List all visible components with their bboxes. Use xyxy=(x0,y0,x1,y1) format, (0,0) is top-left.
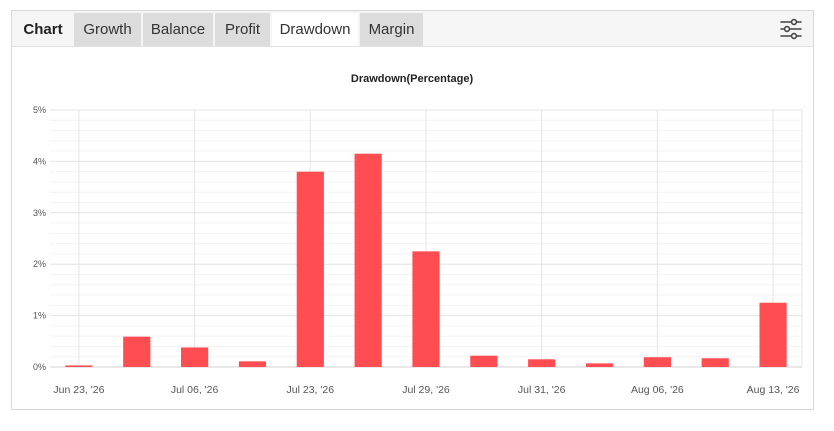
bar xyxy=(354,153,382,367)
y-tick-label: 0% xyxy=(33,362,46,372)
tab-balance[interactable]: Balance xyxy=(143,13,213,46)
y-tick-label: 4% xyxy=(33,156,46,166)
bar xyxy=(759,302,787,367)
bar xyxy=(238,361,267,367)
bar xyxy=(470,355,498,367)
bar xyxy=(412,251,440,367)
drawdown-chart: 0% 1% 2% 3% 4% 5% Jun 23, '26 Jul 06, '26 Jul 2… xyxy=(12,47,813,409)
x-tick-label: Jul 31, '26 xyxy=(518,384,566,396)
y-tick-label: 1% xyxy=(33,311,46,321)
bar xyxy=(643,357,671,367)
sliders-icon[interactable] xyxy=(779,17,803,41)
tab-drawdown[interactable]: Drawdown xyxy=(272,13,358,46)
tab-chart[interactable]: Chart xyxy=(14,13,72,46)
chart-svg: 0% 1% 2% 3% 4% 5% Jun 23, '26 Jul 06, '26 Jul 2… xyxy=(33,73,803,396)
bar xyxy=(296,171,324,367)
y-tick-label: 3% xyxy=(33,208,46,218)
bar xyxy=(123,336,151,367)
bar xyxy=(181,347,209,367)
y-tick-label: 2% xyxy=(33,259,46,269)
x-tick-label: Jun 23, '26 xyxy=(53,384,104,396)
bar xyxy=(585,363,614,367)
y-tick-label: 5% xyxy=(33,105,46,115)
bar xyxy=(528,359,556,367)
x-tick-label: Aug 06, '26 xyxy=(631,384,684,396)
x-tick-label: Jul 23, '26 xyxy=(287,384,335,396)
chart-panel: Chart Growth Balance Profit Drawdown Mar… xyxy=(11,10,814,410)
tab-bar: Chart Growth Balance Profit Drawdown Mar… xyxy=(12,11,813,47)
x-tick-label: Jul 06, '26 xyxy=(171,384,219,396)
chart-title: Drawdown(Percentage) xyxy=(351,73,474,85)
tab-margin[interactable]: Margin xyxy=(360,13,423,46)
tab-growth[interactable]: Growth xyxy=(74,13,141,46)
tab-profit[interactable]: Profit xyxy=(215,13,270,46)
bar xyxy=(65,365,93,367)
bar xyxy=(701,358,729,367)
x-tick-label: Aug 13, '26 xyxy=(747,384,800,396)
x-tick-label: Jul 29, '26 xyxy=(402,384,450,396)
